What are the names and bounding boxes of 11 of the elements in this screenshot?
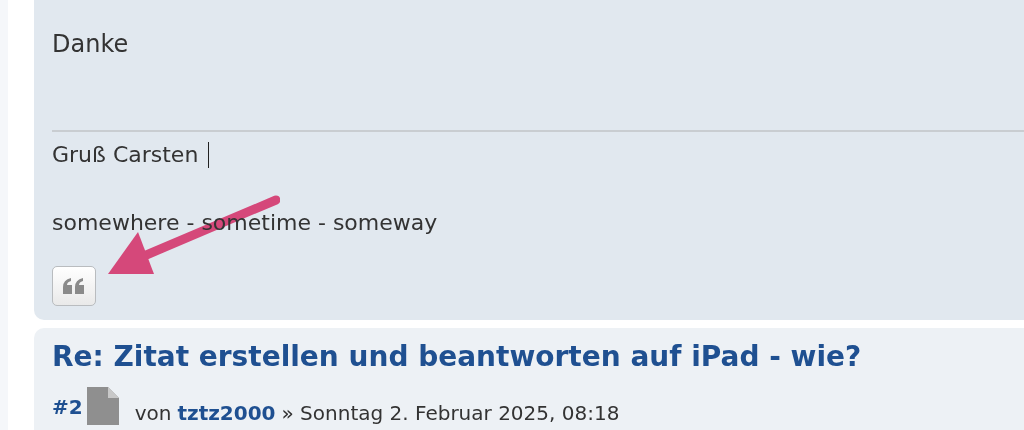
quote-icon xyxy=(63,278,85,294)
post-number-link[interactable]: #2 xyxy=(52,395,83,419)
post-by-text: von xyxy=(134,401,172,425)
signature-text: Gruß Carsten xyxy=(52,142,199,167)
post-date: » Sonntag 2. Februar 2025, 08:18 xyxy=(281,401,620,425)
post-title[interactable]: Re: Zitat erstellen und beantworten auf iPad - wie? xyxy=(52,340,1024,373)
post-text: Danke xyxy=(52,30,130,60)
author-link[interactable]: tztz2000 xyxy=(177,401,276,425)
text-cursor xyxy=(208,142,210,168)
file-icon[interactable] xyxy=(86,387,119,425)
quote-button[interactable] xyxy=(52,266,96,306)
